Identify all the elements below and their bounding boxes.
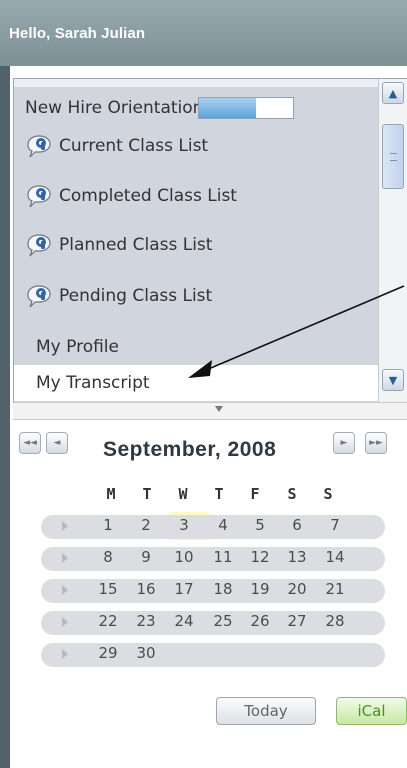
scroll-up-button[interactable]: ▲ — [382, 82, 404, 104]
orientation-progress-bar — [198, 96, 295, 119]
ical-button[interactable]: iCal — [336, 697, 407, 725]
calendar-day[interactable]: 7 — [323, 516, 347, 534]
menu-item-my-transcript[interactable]: My Transcript — [14, 365, 380, 401]
calendar-day[interactable]: 9 — [134, 548, 158, 566]
calendar-day[interactable]: 27 — [285, 612, 309, 630]
double-left-arrow-icon: ◄◄ — [23, 438, 37, 448]
week-select-arrow-icon[interactable] — [62, 521, 68, 531]
calendar-day[interactable]: 25 — [211, 612, 235, 630]
menu-item-label: New Hire Orientation — [25, 98, 204, 118]
calendar-day[interactable]: 21 — [323, 580, 347, 598]
calendar-header: ◄◄ ◄ September, 2008 ► ►► — [19, 430, 407, 466]
calendar-day[interactable]: 12 — [248, 548, 272, 566]
left-arrow-icon: ◄ — [53, 438, 61, 448]
collapse-arrow-icon[interactable] — [215, 406, 223, 412]
progress-fill — [199, 97, 256, 118]
week-select-arrow-icon[interactable] — [62, 553, 68, 563]
calendar-day[interactable]: 22 — [96, 612, 120, 630]
week-select-arrow-icon[interactable] — [62, 585, 68, 595]
today-button[interactable]: Today — [216, 697, 316, 725]
calendar-day[interactable]: 20 — [285, 580, 309, 598]
user-greeting: Hello, Sarah Julian — [9, 25, 146, 42]
calendar-day[interactable]: 17 — [172, 580, 196, 598]
calendar-day[interactable]: 26 — [248, 612, 272, 630]
calendar-day[interactable]: 16 — [134, 580, 158, 598]
menu-item-completed-class-list[interactable]: Completed Class List — [14, 173, 380, 219]
class-menu-panel: New Hire Orientation Current Class List — [13, 78, 407, 408]
right-arrow-icon: ► — [340, 438, 348, 448]
weekday-header: T — [214, 485, 224, 503]
weekday-header: S — [287, 485, 297, 503]
weekday-header: F — [250, 485, 260, 503]
menu-item-pending-class-list[interactable]: Pending Class List — [14, 273, 380, 319]
app-header: Hello, Sarah Julian — [0, 0, 407, 66]
menu-scrollbar[interactable]: ▲ ▼ — [378, 79, 407, 407]
last-month-button[interactable]: ►► — [365, 432, 387, 454]
calendar-day[interactable]: 11 — [211, 548, 235, 566]
menu-item-my-profile[interactable]: My Profile — [14, 324, 380, 370]
calendar-day[interactable]: 15 — [96, 580, 120, 598]
calendar-day[interactable]: 6 — [285, 516, 309, 534]
panel-splitter[interactable] — [13, 402, 407, 420]
calendar-day[interactable]: 2 — [134, 516, 158, 534]
month-title: September, 2008 — [103, 438, 277, 461]
calendar-day[interactable]: 8 — [96, 548, 120, 566]
left-rail — [0, 66, 10, 768]
calendar-day[interactable]: 10 — [172, 548, 196, 566]
chat-bubble-icon — [25, 283, 53, 309]
calendar-day[interactable]: 4 — [211, 516, 235, 534]
calendar-day[interactable]: 1 — [96, 516, 120, 534]
calendar-day[interactable]: 13 — [285, 548, 309, 566]
week-select-arrow-icon[interactable] — [62, 649, 68, 659]
weekday-header: W — [178, 485, 188, 503]
calendar-day[interactable]: 18 — [211, 580, 235, 598]
week-select-arrow-icon[interactable] — [62, 617, 68, 627]
prev-month-button[interactable]: ◄ — [46, 432, 68, 454]
calendar-day[interactable]: 28 — [323, 612, 347, 630]
first-month-button[interactable]: ◄◄ — [19, 432, 41, 454]
menu-item-label: Completed Class List — [59, 186, 237, 206]
next-month-button[interactable]: ► — [333, 432, 355, 454]
menu-item-label: My Transcript — [36, 373, 150, 393]
chevron-down-icon: ▼ — [388, 373, 398, 387]
chat-bubble-icon — [25, 183, 53, 209]
menu-item-planned-class-list[interactable]: Planned Class List — [14, 222, 380, 268]
calendar-day[interactable]: 5 — [248, 516, 272, 534]
scroll-thumb[interactable] — [382, 124, 404, 189]
double-right-arrow-icon: ►► — [369, 438, 383, 448]
weekday-header: S — [323, 485, 333, 503]
weekday-header: T — [142, 485, 152, 503]
chevron-up-icon: ▲ — [388, 86, 398, 100]
calendar-day[interactable]: 14 — [323, 548, 347, 566]
menu-item-label: My Profile — [36, 337, 119, 357]
calendar-day[interactable]: 24 — [172, 612, 196, 630]
calendar-day[interactable]: 19 — [248, 580, 272, 598]
weekday-header: M — [106, 485, 116, 503]
menu-item-label: Current Class List — [59, 136, 209, 156]
menu-item-current-class-list[interactable]: Current Class List — [14, 123, 380, 169]
menu-item-label: Planned Class List — [59, 235, 213, 255]
calendar-day[interactable]: 3 — [172, 516, 196, 534]
scroll-down-button[interactable]: ▼ — [382, 369, 404, 391]
calendar-day[interactable]: 30 — [134, 644, 158, 662]
chat-bubble-icon — [25, 133, 53, 159]
week-row — [41, 643, 385, 667]
calendar-day[interactable]: 23 — [134, 612, 158, 630]
chat-bubble-icon — [25, 232, 53, 258]
menu-item-label: Pending Class List — [59, 286, 213, 306]
calendar-day[interactable]: 29 — [96, 644, 120, 662]
